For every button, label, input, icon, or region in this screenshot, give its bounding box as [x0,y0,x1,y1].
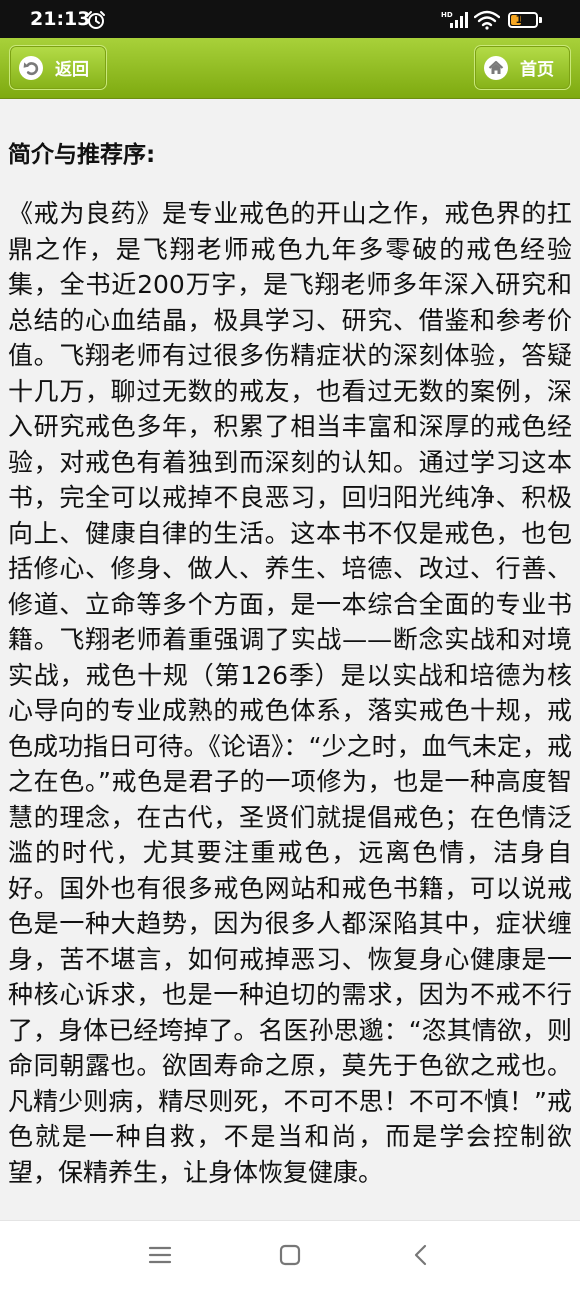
app-header: 返回 首页 [0,38,580,99]
section-title: 简介与推荐序: [8,142,156,168]
status-bar: 21:13 HD 19 [0,0,580,38]
cellular-signal-icon: HD [441,11,468,28]
back-button[interactable]: 返回 [9,45,107,90]
house-icon [484,55,508,80]
back-label: 返回 [55,60,89,80]
battery-icon: 19 [508,12,538,28]
menu-icon[interactable] [148,1241,172,1269]
wifi-icon [474,10,500,30]
system-navigation-bar [0,1220,580,1289]
home-button[interactable]: 首页 [474,45,571,90]
article-content[interactable]: 简介与推荐序: 《戒为良药》是专业戒色的开山之作，戒色界的扛鼎之作，是飞翔老师戒… [0,99,580,1220]
square-home-icon[interactable] [278,1241,302,1269]
back-chevron-icon[interactable] [409,1241,433,1269]
alarm-clock-icon [87,11,105,29]
article-body: 《戒为良药》是专业戒色的开山之作，戒色界的扛鼎之作，是飞翔老师戒色九年多零破的戒… [8,199,572,1187]
battery-tip [539,17,542,23]
status-time: 21:13 [30,8,91,30]
home-label: 首页 [520,60,554,80]
network-label: HD [441,11,453,19]
undo-arrow-icon [19,55,43,80]
battery-level: 19 [515,13,531,26]
